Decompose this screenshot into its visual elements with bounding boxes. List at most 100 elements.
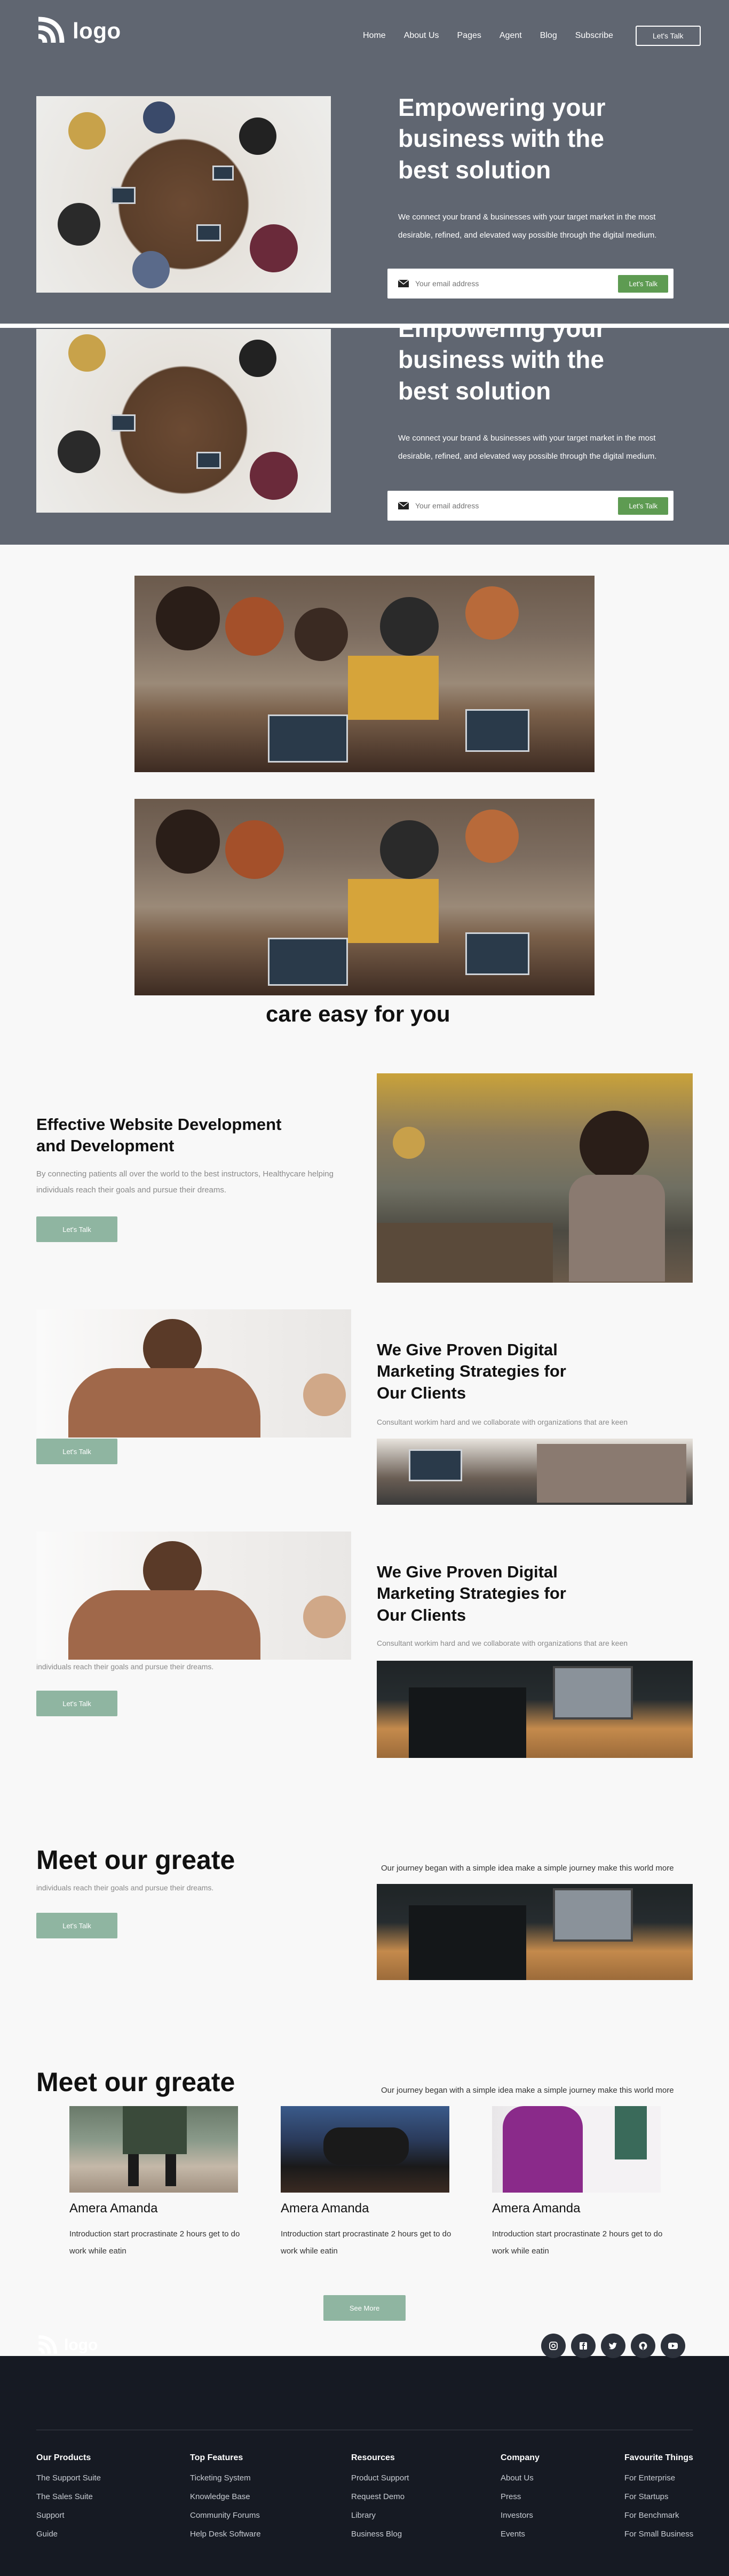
footer-col-company: Company About Us Press Investors Events (501, 2453, 540, 2548)
footer-link[interactable]: Investors (501, 2511, 540, 2520)
footer-col-features: Top Features Ticketing System Knowledge … (190, 2453, 261, 2548)
nav-blog[interactable]: Blog (540, 31, 557, 41)
hero-section-repeat: Empowering your business with the best s… (0, 328, 729, 545)
email-submit-button[interactable]: Let's Talk (618, 497, 668, 515)
footer-logo[interactable]: logo (36, 2335, 98, 2356)
logo-text: logo (73, 18, 121, 43)
footer-link[interactable]: For Benchmark (624, 2511, 693, 2520)
nav-agent[interactable]: Agent (500, 31, 522, 41)
team-title: Meet our greate (36, 2067, 235, 2097)
team-card-2-name: Amera Amanda (281, 2201, 369, 2216)
facebook-icon[interactable] (571, 2334, 596, 2358)
feature-1-button[interactable]: Let's Talk (36, 1216, 117, 1242)
footer-link[interactable]: For Small Business (624, 2530, 693, 2539)
footer-link[interactable]: For Startups (624, 2492, 693, 2501)
hero-description-repeat: We connect your brand & businesses with … (398, 434, 657, 461)
footer-col-products: Our Products The Support Suite The Sales… (36, 2453, 101, 2548)
feature-2-text: Consultant workim hard and we collaborat… (377, 1418, 628, 1426)
logo-icon (38, 17, 65, 43)
team-card-1-image (69, 2106, 238, 2193)
team-card-3-image (492, 2106, 661, 2193)
feature-1-text: By connecting patients all over the worl… (36, 1169, 334, 1195)
email-input[interactable] (415, 501, 619, 510)
footer-link[interactable]: Press (501, 2492, 540, 2501)
team-card-3-name: Amera Amanda (492, 2201, 581, 2216)
footer-link[interactable]: Product Support (351, 2473, 409, 2483)
feature-2-button[interactable]: Let's Talk (36, 1439, 117, 1464)
nav-subscribe[interactable]: Subscribe (575, 31, 613, 41)
logo-icon (38, 2335, 57, 2354)
care-title: care easy for you (266, 1001, 450, 1026)
feature-2-image (36, 1309, 351, 1438)
footer-col-favourites: Favourite Things For Enterprise For Star… (624, 2453, 693, 2548)
footer-col-resources: Resources Product Support Request Demo L… (351, 2453, 409, 2548)
hero-title: Empowering your business with the best s… (398, 93, 606, 184)
logo[interactable]: logo (35, 16, 121, 46)
feature-3-button[interactable]: Let's Talk (36, 1691, 117, 1716)
email-form-repeat: Let's Talk (387, 491, 673, 521)
email-form: Let's Talk (387, 269, 673, 299)
see-more-button[interactable]: See More (323, 2295, 406, 2321)
nav-home[interactable]: Home (363, 31, 386, 41)
meet-title: Meet our greate (36, 1845, 235, 1875)
feature-3-image-b (377, 1661, 693, 1758)
footer-link[interactable]: The Support Suite (36, 2473, 101, 2483)
footer-link[interactable]: Request Demo (351, 2492, 409, 2501)
feature-1-title: Effective Website Development and Develo… (36, 1115, 282, 1156)
team-card-2-image (281, 2106, 449, 2193)
youtube-icon[interactable] (661, 2334, 685, 2358)
twitter-icon[interactable] (601, 2334, 625, 2358)
footer-link[interactable]: About Us (501, 2473, 540, 2483)
envelope-icon (398, 280, 409, 287)
footer-col-title: Our Products (36, 2453, 91, 2462)
team-card-1-name: Amera Amanda (69, 2201, 158, 2216)
footer-link[interactable]: Community Forums (190, 2511, 261, 2520)
footer-link[interactable]: Events (501, 2530, 540, 2539)
feature-3-text: Consultant workim hard and we collaborat… (377, 1639, 628, 1647)
feature-1-image (377, 1073, 693, 1283)
team-card-1-desc: Introduction start procrastinate 2 hours… (69, 2229, 240, 2256)
hero-image (36, 96, 331, 293)
footer-link[interactable]: Help Desk Software (190, 2530, 261, 2539)
hero-title-repeat: Empowering your business with the best s… (398, 328, 606, 405)
team-card-2-desc: Introduction start procrastinate 2 hours… (281, 2229, 451, 2256)
footer-col-title: Company (501, 2453, 540, 2462)
nav-pages[interactable]: Pages (457, 31, 481, 41)
feature-2-image-b (377, 1439, 693, 1505)
footer-link[interactable]: Ticketing System (190, 2473, 261, 2483)
team-meeting-image-repeat (134, 799, 595, 995)
feature-3-title: We Give Proven Digital Marketing Strateg… (377, 1562, 566, 1624)
team-card-3-desc: Introduction start procrastinate 2 hours… (492, 2229, 663, 2256)
footer-link[interactable]: Knowledge Base (190, 2492, 261, 2501)
email-input[interactable] (415, 279, 619, 288)
hero-image-repeat (36, 329, 331, 513)
footer-link[interactable]: Library (351, 2511, 409, 2520)
team-journey-text: Our journey began with a simple idea mak… (381, 2086, 674, 2095)
email-submit-button[interactable]: Let's Talk (618, 274, 668, 293)
hero-description: We connect your brand & businesses with … (398, 213, 657, 240)
footer-col-title: Top Features (190, 2453, 243, 2462)
footer-col-title: Resources (351, 2453, 395, 2462)
nav-about-us[interactable]: About Us (404, 31, 439, 41)
footer-link[interactable]: The Sales Suite (36, 2492, 101, 2501)
feature-3-image (36, 1532, 351, 1660)
footer-col-title: Favourite Things (624, 2453, 693, 2462)
hero-section: logo Home About Us Pages Agent Blog Subs… (0, 0, 729, 324)
lets-talk-button[interactable]: Let's Talk (635, 26, 701, 46)
footer-link[interactable]: Support (36, 2511, 101, 2520)
instagram-icon[interactable] (541, 2334, 566, 2358)
github-icon[interactable] (631, 2334, 655, 2358)
section-divider (0, 324, 729, 328)
meet-subtitle: individuals reach their goals and pursue… (36, 1883, 214, 1892)
main-nav: Home About Us Pages Agent Blog Subscribe… (363, 26, 701, 46)
footer-link[interactable]: Business Blog (351, 2530, 409, 2539)
meet-button[interactable]: Let's Talk (36, 1913, 117, 1938)
feature-2-title: We Give Proven Digital Marketing Strateg… (377, 1340, 566, 1402)
footer-link[interactable]: For Enterprise (624, 2473, 693, 2483)
envelope-icon (398, 502, 409, 509)
footer-link[interactable]: Guide (36, 2530, 101, 2539)
meet-image (377, 1884, 693, 1980)
feature-3-extra-text: individuals reach their goals and pursue… (36, 1662, 214, 1671)
footer-logo-text: logo (64, 2336, 98, 2354)
meet-journey-text: Our journey began with a simple idea mak… (381, 1864, 674, 1873)
